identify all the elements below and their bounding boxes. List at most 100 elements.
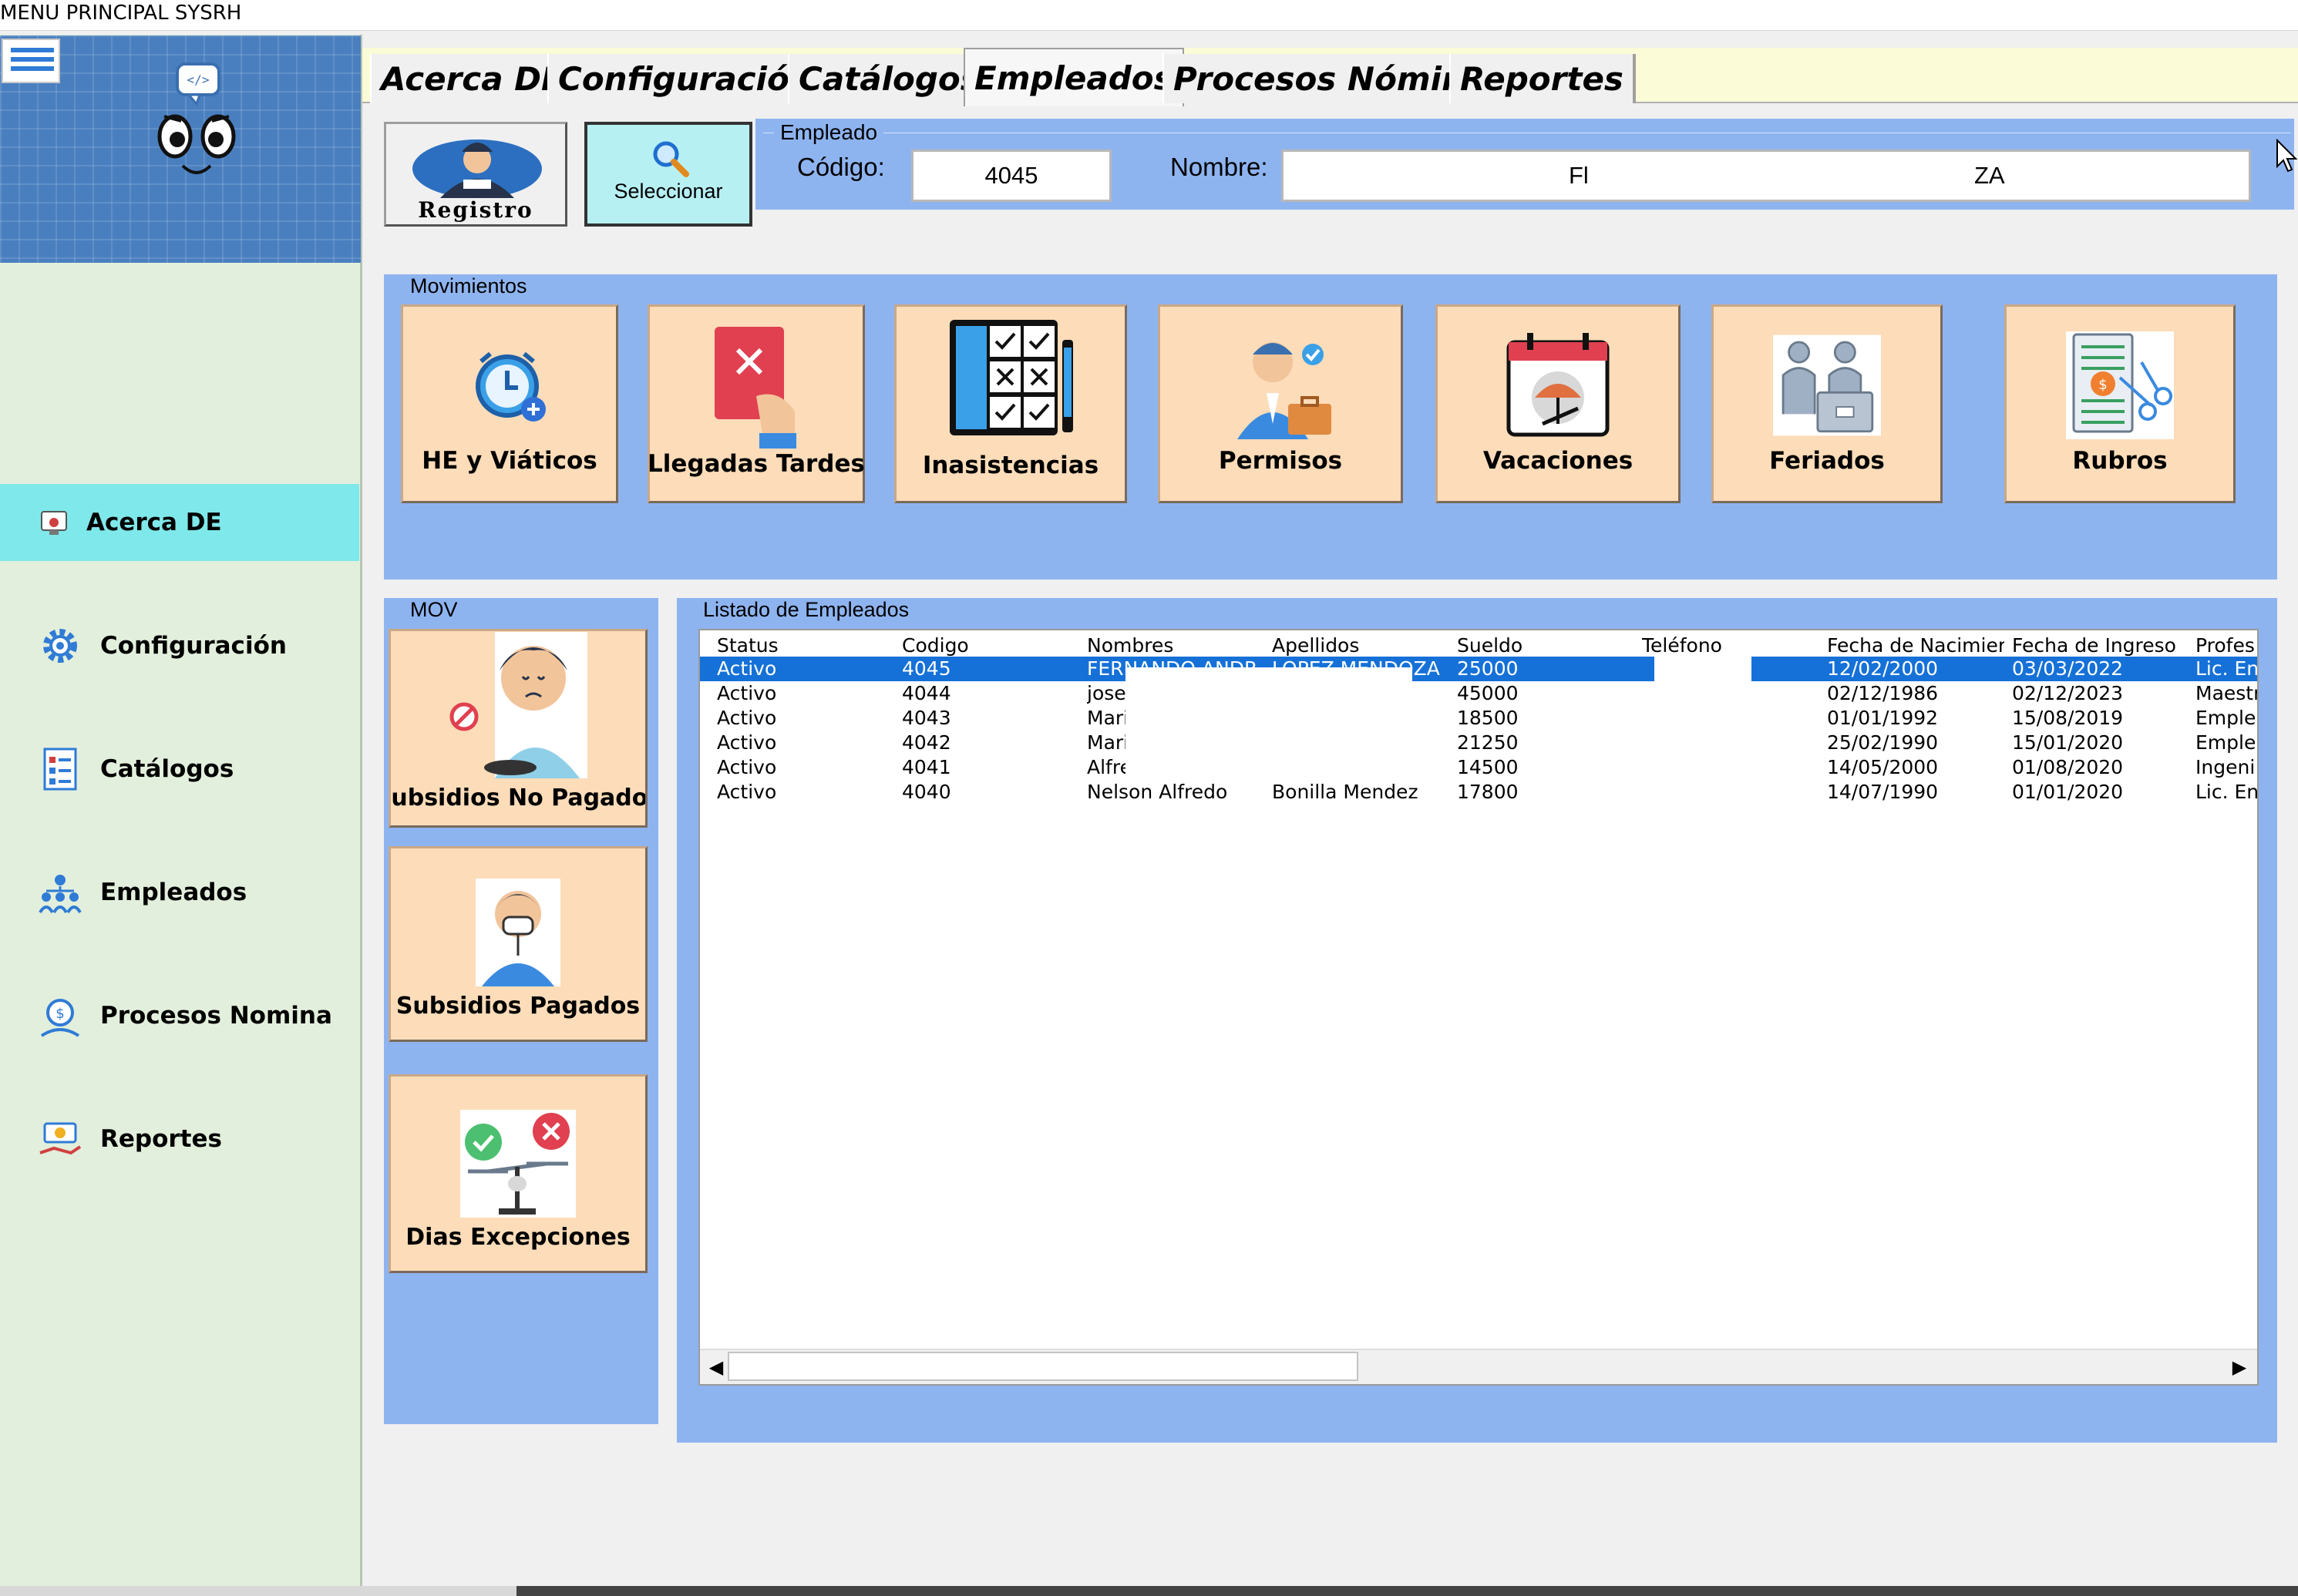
mouse-cursor-icon	[2276, 139, 2298, 173]
table-cell-fecha-nacimiento[interactable]: 14/05/2000	[1827, 755, 2004, 780]
table-cell-sueldo[interactable]: 18500	[1457, 706, 1634, 731]
tab-empleados[interactable]: Empleados	[964, 48, 1184, 106]
inasistencias-button[interactable]: Inasistencias	[894, 304, 1127, 503]
movimientos-legend: Movimientos	[405, 274, 532, 298]
table-cell-profesion[interactable]: Ingeni	[2195, 755, 2257, 780]
registro-button[interactable]: Registro	[384, 122, 567, 227]
table-cell-status[interactable]: Activo	[717, 681, 894, 706]
table-cell-profesion[interactable]: Lic. En	[2195, 657, 2257, 681]
dias-excepciones-button[interactable]: Dias Excepciones	[389, 1074, 648, 1273]
table-cell-status[interactable]: Activo	[717, 780, 894, 805]
calendar-umbrella-icon	[1504, 331, 1612, 439]
registro-label: Registro	[418, 197, 533, 223]
feriados-label: Feriados	[1769, 447, 1885, 475]
column-header-status[interactable]: Status	[717, 633, 894, 658]
subsidios-no-pagados-button[interactable]: Subsidios No Pagados	[389, 629, 648, 828]
permisos-label: Permisos	[1218, 447, 1343, 475]
sidebar-item-procesos-nomina[interactable]: $ Procesos Nomina	[0, 977, 359, 1054]
sidebar-item-empleados[interactable]: Empleados	[0, 854, 359, 931]
table-cell-fecha-nacimiento[interactable]: 14/07/1990	[1827, 780, 2004, 805]
mascot-logo-icon: </>	[143, 50, 251, 189]
table-cell-profesion[interactable]: Lic. En	[2195, 780, 2257, 805]
table-cell-fecha-ingreso[interactable]: 03/03/2022	[2012, 657, 2189, 681]
sidebar-item-catalogos[interactable]: Catálogos	[0, 731, 359, 808]
table-cell-codigo[interactable]: 4042	[902, 731, 1079, 755]
column-header-codigo[interactable]: Codigo	[902, 633, 1079, 658]
tab-configuracion[interactable]: Configuración	[547, 54, 825, 103]
table-cell-fecha-ingreso[interactable]: 02/12/2023	[2012, 681, 2189, 706]
tab-procesos-nomina[interactable]: Procesos Nómina	[1162, 54, 1499, 103]
nombre-field[interactable]: Fl ZA	[1281, 150, 2251, 202]
table-cell-fecha-ingreso[interactable]: 15/01/2020	[2012, 731, 2189, 755]
businessman-briefcase-icon	[1226, 331, 1334, 439]
table-cell-profesion[interactable]: Emple	[2195, 731, 2257, 755]
table-cell-sueldo[interactable]: 17800	[1457, 780, 1634, 805]
table-cell-fecha-nacimiento[interactable]: 25/02/1990	[1827, 731, 2004, 755]
table-cell-fecha-nacimiento[interactable]: 01/01/1992	[1827, 706, 2004, 731]
column-header-apellidos[interactable]: Apellidos	[1272, 633, 1449, 658]
table-cell-telefono[interactable]	[1642, 780, 1819, 805]
money-hand-icon	[37, 1116, 83, 1162]
scroll-left-arrow-icon[interactable]: ◀	[705, 1355, 728, 1379]
table-cell-sueldo[interactable]: 14500	[1457, 755, 1634, 780]
tab-acerca-de[interactable]: Acerca DE	[370, 54, 576, 103]
sidebar-item-acerca-de[interactable]: Acerca DE	[0, 484, 359, 561]
scrollbar-thumb[interactable]	[728, 1352, 1358, 1381]
table-cell-status[interactable]: Activo	[717, 657, 894, 681]
feriados-button[interactable]: Feriados	[1711, 304, 1943, 503]
table-cell-profesion[interactable]: Maestr	[2195, 681, 2257, 706]
table-cell-status[interactable]: Activo	[717, 755, 894, 780]
table-cell-fecha-ingreso[interactable]: 15/08/2019	[2012, 706, 2189, 731]
sidebar-item-label: Configuración	[100, 632, 287, 660]
nombre-value-part2: ZA	[1974, 162, 2005, 189]
sidebar-item-configuracion[interactable]: Configuración	[0, 607, 359, 684]
table-cell-status[interactable]: Activo	[717, 706, 894, 731]
table-cell-fecha-nacimiento[interactable]: 02/12/1986	[1827, 681, 2004, 706]
tab-catalogos[interactable]: Catálogos	[788, 54, 992, 103]
codigo-label: Código:	[797, 153, 885, 181]
table-cell-sueldo[interactable]: 21250	[1457, 731, 1634, 755]
redaction-block	[1654, 657, 1751, 778]
he-viaticos-button[interactable]: HE y Viáticos	[401, 304, 618, 503]
llegadas-tardes-label: Llegadas Tardes	[648, 450, 865, 478]
subsidios-no-pagados-label: Subsidios No Pagados	[389, 785, 648, 811]
vacaciones-button[interactable]: Vacaciones	[1435, 304, 1681, 503]
table-cell-sueldo[interactable]: 45000	[1457, 681, 1634, 706]
table-cell-codigo[interactable]: 4041	[902, 755, 1079, 780]
receptionist-icon	[412, 139, 542, 198]
llegadas-tardes-button[interactable]: Llegadas Tardes	[648, 304, 865, 503]
svg-text:</>: </>	[187, 72, 210, 87]
column-header-nombres[interactable]: Nombres	[1087, 633, 1264, 658]
table-cell-fecha-ingreso[interactable]: 01/01/2020	[2012, 780, 2189, 805]
column-header-telefono[interactable]: Teléfono	[1642, 633, 1819, 658]
table-cell-fecha-ingreso[interactable]: 01/08/2020	[2012, 755, 2189, 780]
scroll-right-arrow-icon[interactable]: ▶	[2228, 1355, 2251, 1379]
table-cell-codigo[interactable]: 4043	[902, 706, 1079, 731]
codigo-field[interactable]: 4045	[911, 150, 1112, 202]
vacaciones-label: Vacaciones	[1482, 447, 1633, 475]
column-header-sueldo[interactable]: Sueldo	[1457, 633, 1634, 658]
table-cell-codigo[interactable]: 4040	[902, 780, 1079, 805]
listado-legend: Listado de Empleados	[698, 598, 914, 622]
sidebar-item-reportes[interactable]: Reportes	[0, 1100, 359, 1178]
rubros-button[interactable]: $ Rubros	[2004, 304, 2236, 503]
hamburger-menu-icon[interactable]	[2, 39, 60, 83]
table-cell-apellidos[interactable]: Bonilla Mendez	[1272, 780, 1449, 805]
table-cell-codigo[interactable]: 4044	[902, 681, 1079, 706]
table-cell-profesion[interactable]: Emple	[2195, 706, 2257, 731]
tab-reportes[interactable]: Reportes	[1449, 54, 1636, 103]
column-header-fecha-nacimiento[interactable]: Fecha de Nacimier	[1827, 633, 2004, 658]
column-header-fecha-ingreso[interactable]: Fecha de Ingreso	[2012, 633, 2189, 658]
seleccionar-button[interactable]: Seleccionar	[584, 122, 752, 227]
table-cell-codigo[interactable]: 4045	[902, 657, 1079, 681]
subsidios-pagados-button[interactable]: Subsidios Pagados	[389, 846, 648, 1042]
table-cell-nombres[interactable]: Nelson Alfredo	[1087, 780, 1264, 805]
sad-person-icon	[449, 632, 587, 778]
table-cell-sueldo[interactable]: 25000	[1457, 657, 1634, 681]
permisos-button[interactable]: Permisos	[1158, 304, 1403, 503]
column-header-profesion[interactable]: Profes	[2195, 633, 2257, 658]
sidebar-item-label: Acerca DE	[86, 509, 222, 536]
sidebar	[0, 35, 362, 1596]
table-cell-fecha-nacimiento[interactable]: 12/02/2000	[1827, 657, 2004, 681]
table-cell-status[interactable]: Activo	[717, 731, 894, 755]
